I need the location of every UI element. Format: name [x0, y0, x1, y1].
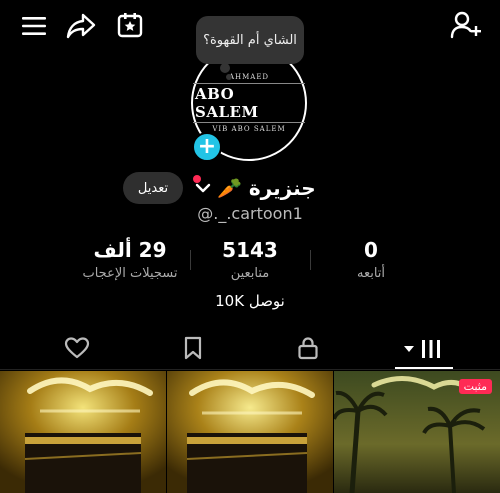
bookmark-icon	[183, 336, 203, 360]
video-thumbnail[interactable]	[167, 371, 333, 493]
avatar-main-text: ABO SALEM	[193, 83, 305, 123]
add-friend-button[interactable]	[448, 8, 484, 42]
menu-button[interactable]	[18, 10, 50, 42]
note-bubble-dot-small	[226, 74, 232, 80]
chevron-down-icon	[195, 182, 211, 194]
share-button[interactable]	[64, 9, 98, 43]
following-stat[interactable]: 0 أتابعه	[306, 238, 436, 281]
add-user-icon	[450, 10, 482, 40]
name-row[interactable]: جنزيرة 🥕	[195, 172, 316, 204]
display-name: جنزيرة 🥕	[217, 176, 316, 200]
followers-count: 5143	[222, 238, 278, 262]
followers-stat[interactable]: 5143 متابعين	[185, 238, 315, 281]
tab-divider	[0, 369, 500, 370]
username: @._.cartoon1	[197, 204, 303, 223]
note-bubble[interactable]: الشاي أم القهوة؟	[196, 16, 304, 64]
likes-count: 29 ألف	[93, 238, 167, 262]
lock-icon	[297, 336, 319, 360]
note-text: الشاي أم القهوة؟	[203, 32, 297, 48]
following-count: 0	[364, 238, 378, 262]
edit-profile-button[interactable]: تعديل	[123, 172, 183, 204]
video-thumbnail[interactable]	[0, 371, 166, 493]
likes-label: تسجيلات الإعجاب	[82, 266, 178, 281]
caret-down-icon	[404, 345, 414, 353]
note-bubble-dot	[220, 63, 230, 73]
tab-videos[interactable]	[398, 332, 448, 366]
hamburger-icon	[21, 15, 47, 37]
heart-icon	[64, 336, 90, 360]
avatar-top-text: AHMAED	[228, 73, 270, 81]
likes-stat[interactable]: 29 ألف تسجيلات الإعجاب	[65, 238, 195, 281]
bio-text: نوصل 10K	[215, 292, 285, 310]
pinned-badge: مثبت	[458, 379, 492, 394]
calendar-button[interactable]	[113, 8, 147, 42]
tab-saved[interactable]	[175, 332, 211, 364]
grid-icon	[420, 338, 442, 360]
add-photo-button[interactable]: +	[192, 132, 222, 162]
following-label: أتابعه	[356, 266, 386, 281]
tab-liked[interactable]	[58, 332, 96, 364]
share-arrow-icon	[66, 13, 96, 39]
tab-private[interactable]	[290, 332, 326, 364]
avatar-bottom-text: VIB ABO SALEM	[212, 125, 286, 133]
followers-label: متابعين	[230, 266, 270, 281]
edit-label: تعديل	[137, 180, 169, 196]
star-calendar-icon	[116, 11, 144, 39]
video-thumbnail-pinned[interactable]: مثبت	[334, 371, 500, 493]
